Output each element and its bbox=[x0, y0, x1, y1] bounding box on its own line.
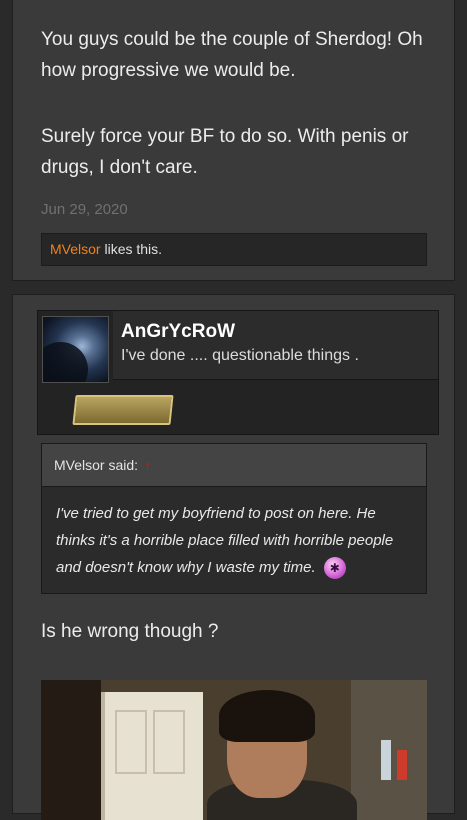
post-body-text: Is he wrong though ? bbox=[41, 621, 219, 642]
username-link[interactable]: AnGrYcRoW bbox=[121, 321, 235, 343]
user-info: AnGrYcRoW I've done .... questionable th… bbox=[113, 311, 438, 380]
quote-text: I've tried to get my boyfriend to post o… bbox=[42, 487, 426, 581]
avatar[interactable] bbox=[42, 316, 109, 383]
likes-summary: MVelsor likes this. bbox=[41, 233, 427, 266]
crazy-face-emoji-icon: ✱ bbox=[323, 557, 346, 580]
user-info-bar: AnGrYcRoW I've done .... questionable th… bbox=[37, 310, 439, 435]
post-previous: You guys could be the couple of Sherdog!… bbox=[12, 0, 455, 281]
post-paragraph-1: You guys could be the couple of Sherdog!… bbox=[41, 29, 423, 81]
post-paragraph-2: Surely force your BF to do so. With peni… bbox=[41, 126, 409, 178]
quote-header: MVelsor said: ↑ bbox=[42, 444, 426, 487]
post-date-link[interactable]: Jun 29, 2020 bbox=[41, 201, 128, 218]
sherdog-logo bbox=[72, 395, 174, 425]
likes-suffix: likes this. bbox=[100, 241, 163, 257]
user-title: I've done .... questionable things . bbox=[121, 347, 359, 364]
quote-author: MVelsor said: bbox=[54, 457, 139, 473]
embedded-gif-image[interactable] bbox=[41, 680, 427, 820]
liker-username-link[interactable]: MVelsor bbox=[50, 241, 101, 257]
post-current: AnGrYcRoW I've done .... questionable th… bbox=[12, 294, 455, 820]
quote-block: MVelsor said: ↑ I've tried to get my boyf… bbox=[41, 443, 427, 594]
quote-jump-icon[interactable]: ↑ bbox=[144, 458, 151, 473]
